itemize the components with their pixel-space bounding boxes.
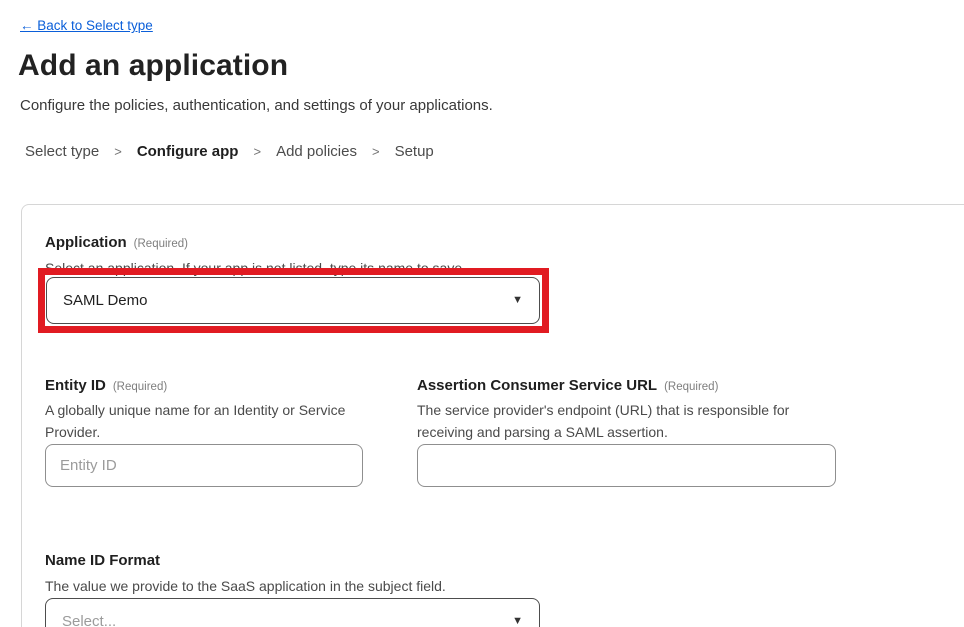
acs-url-label: Assertion Consumer Service URL bbox=[417, 377, 657, 394]
breadcrumb-separator: > bbox=[372, 144, 380, 159]
name-id-format-select[interactable]: Select... ▼ bbox=[45, 598, 540, 627]
breadcrumb-step-select-type[interactable]: Select type bbox=[25, 143, 99, 160]
page: ← Back to Select type Add an application… bbox=[0, 0, 964, 627]
entity-id-label: Entity ID bbox=[45, 377, 106, 394]
breadcrumb-separator: > bbox=[114, 144, 122, 159]
application-select[interactable]: SAML Demo ▼ bbox=[46, 277, 540, 324]
name-id-format-label-row: Name ID Format bbox=[45, 552, 160, 569]
breadcrumb-step-add-policies[interactable]: Add policies bbox=[276, 143, 357, 160]
page-title: Add an application bbox=[18, 49, 288, 83]
page-subtitle: Configure the policies, authentication, … bbox=[20, 97, 493, 114]
acs-url-description: The service provider's endpoint (URL) th… bbox=[417, 399, 802, 443]
application-label: Application bbox=[45, 234, 127, 251]
application-required-tag: (Required) bbox=[134, 238, 188, 250]
entity-id-required-tag: (Required) bbox=[113, 381, 167, 393]
name-id-format-label: Name ID Format bbox=[45, 552, 160, 569]
name-id-format-description: The value we provide to the SaaS applica… bbox=[45, 575, 446, 597]
entity-id-field[interactable] bbox=[45, 444, 363, 487]
breadcrumb-step-setup[interactable]: Setup bbox=[395, 143, 434, 160]
acs-url-required-tag: (Required) bbox=[664, 381, 718, 393]
acs-url-field[interactable] bbox=[417, 444, 836, 487]
application-label-row: Application (Required) bbox=[45, 234, 188, 251]
application-description: Select an application. If your app is no… bbox=[45, 257, 466, 279]
acs-url-label-row: Assertion Consumer Service URL (Required… bbox=[417, 377, 718, 394]
back-to-select-type-link[interactable]: ← Back to Select type bbox=[20, 18, 153, 33]
name-id-format-select-value: Select... bbox=[62, 613, 116, 627]
chevron-down-icon: ▼ bbox=[512, 295, 523, 306]
breadcrumb-step-configure-app[interactable]: Configure app bbox=[137, 143, 239, 160]
entity-id-label-row: Entity ID (Required) bbox=[45, 377, 167, 394]
entity-id-description: A globally unique name for an Identity o… bbox=[45, 399, 380, 443]
chevron-down-icon: ▼ bbox=[512, 616, 523, 627]
application-select-value: SAML Demo bbox=[63, 292, 147, 309]
breadcrumb-separator: > bbox=[253, 144, 261, 159]
breadcrumb: Select type > Configure app > Add polici… bbox=[25, 143, 434, 160]
